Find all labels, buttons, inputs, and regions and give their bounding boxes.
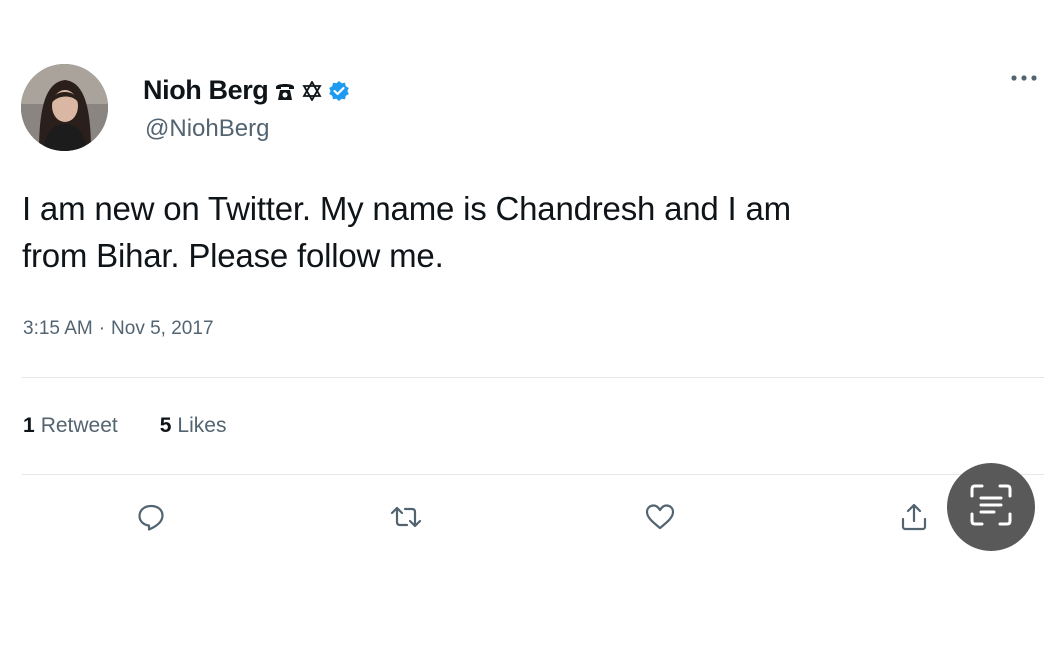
text-scan-button[interactable] bbox=[947, 463, 1035, 551]
author-handle[interactable]: @NiohBerg bbox=[145, 115, 269, 143]
tweet-text: I am new on Twitter. My name is Chandres… bbox=[22, 190, 791, 274]
share-icon bbox=[899, 502, 929, 537]
share-button[interactable] bbox=[894, 499, 934, 539]
like-icon bbox=[644, 502, 676, 537]
retweet-icon bbox=[390, 502, 422, 537]
retweets-stat[interactable]: 1 Retweet bbox=[23, 414, 118, 438]
like-button[interactable] bbox=[640, 499, 680, 539]
retweets-count: 1 bbox=[23, 414, 35, 437]
tweet-date: Nov 5, 2017 bbox=[111, 318, 214, 339]
timestamp-separator: · bbox=[98, 318, 106, 339]
display-name[interactable]: Nioh Berg bbox=[143, 75, 269, 106]
star-of-david-icon bbox=[302, 80, 322, 101]
more-options-icon[interactable] bbox=[1006, 68, 1042, 88]
tweet-timestamp[interactable]: 3:15 AM · Nov 5, 2017 bbox=[23, 318, 214, 340]
divider bbox=[22, 474, 1044, 475]
verified-badge-icon bbox=[328, 80, 350, 102]
tweet-time: 3:15 AM bbox=[23, 318, 93, 339]
divider bbox=[22, 377, 1044, 378]
avatar[interactable] bbox=[21, 64, 108, 151]
reply-button[interactable] bbox=[131, 499, 171, 539]
author-name-row: Nioh Berg bbox=[143, 75, 350, 106]
likes-count: 5 bbox=[159, 414, 172, 437]
likes-label: Likes bbox=[177, 414, 227, 437]
retweet-button[interactable] bbox=[386, 499, 426, 539]
reply-icon bbox=[136, 502, 166, 537]
likes-stat[interactable]: 5 Likes bbox=[160, 414, 227, 438]
retweets-label: Retweet bbox=[40, 414, 118, 437]
tweet-stats: 1 Retweet 5 Likes bbox=[23, 414, 226, 438]
text-scan-icon bbox=[966, 480, 1016, 535]
phone-icon bbox=[274, 80, 296, 102]
